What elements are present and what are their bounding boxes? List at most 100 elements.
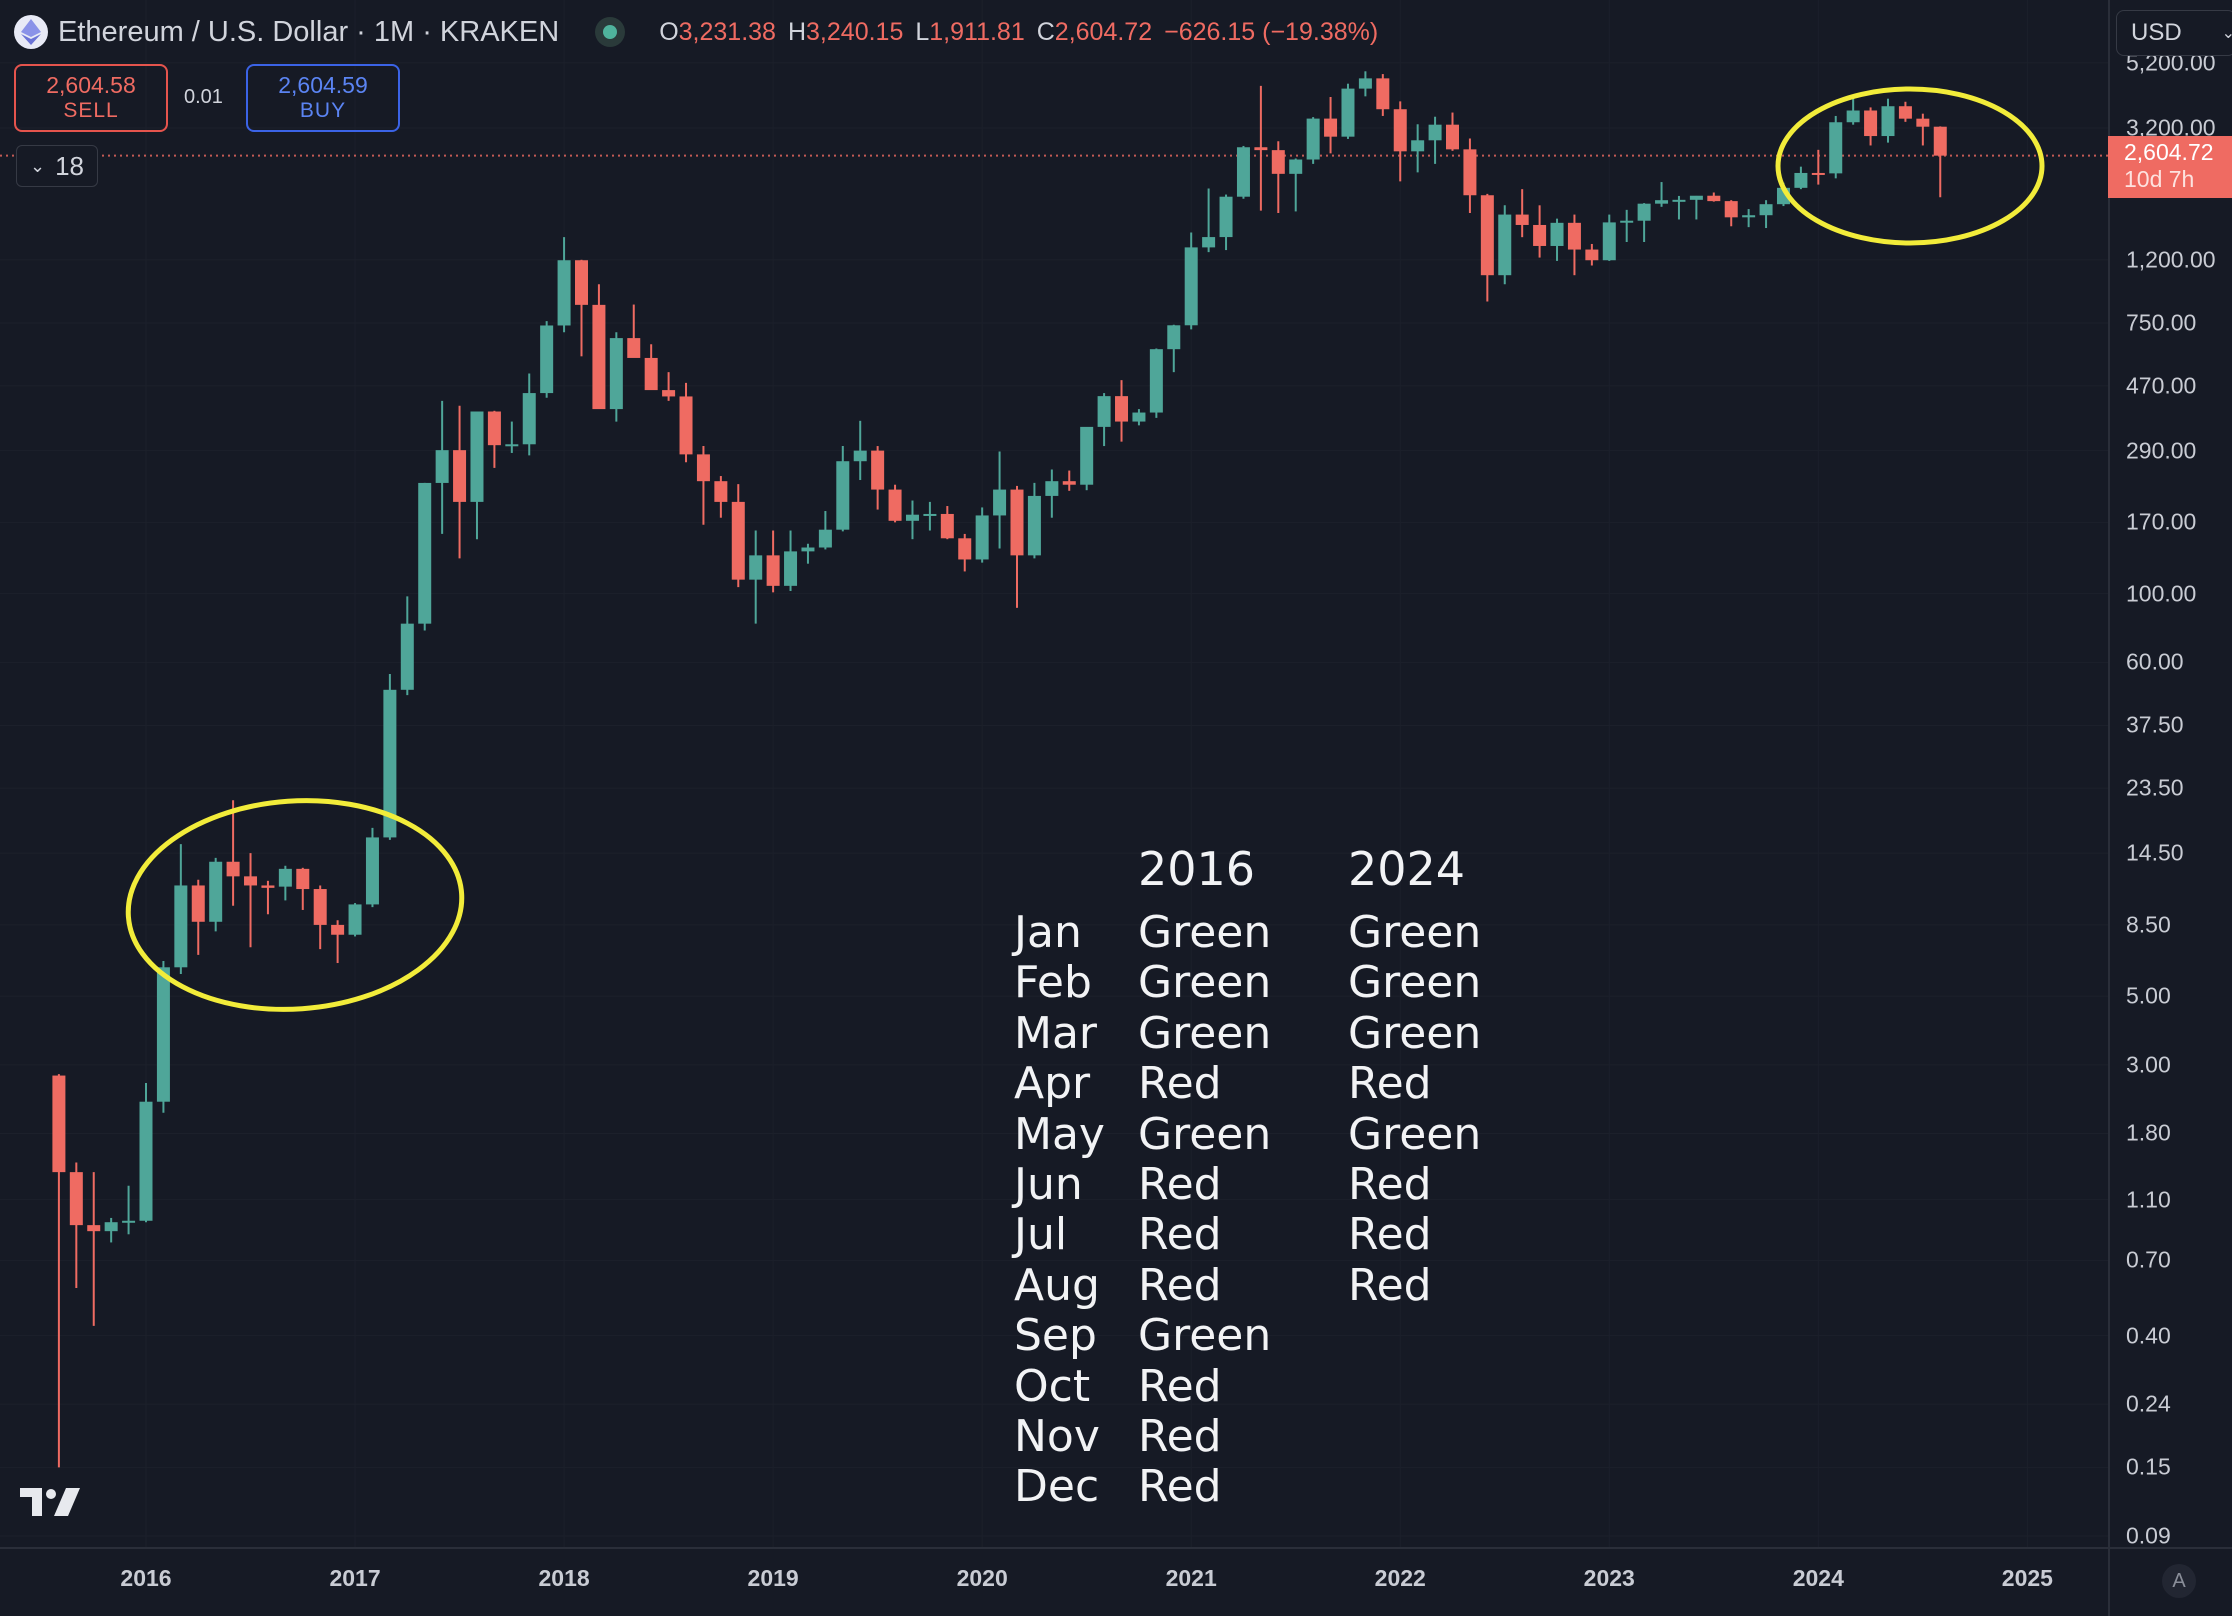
candle-body — [1149, 349, 1163, 413]
candle-body — [1010, 489, 1024, 556]
candle-body — [365, 837, 379, 905]
candle-body — [1167, 325, 1181, 350]
spread-value: 0.01 — [184, 86, 223, 108]
candle-body — [714, 481, 728, 502]
time-tick-label: 2021 — [1165, 1565, 1217, 1591]
price-tick-label: 1.80 — [2126, 1119, 2171, 1146]
candle — [1010, 485, 1024, 608]
candle-body — [1236, 147, 1250, 197]
currency-select[interactable]: USD ⌄ — [2116, 10, 2232, 56]
candle-body — [1533, 224, 1547, 246]
candle-body — [296, 868, 310, 890]
candle — [296, 867, 310, 910]
candle-color-cell: Green — [1348, 1108, 1482, 1160]
time-tick-label: 2018 — [538, 1565, 590, 1591]
tradingview-logo-icon[interactable] — [20, 1486, 82, 1518]
price-tick-label: 750.00 — [2126, 309, 2197, 336]
currency-label: USD — [2131, 19, 2182, 46]
candle-color-cell: Red — [1348, 1058, 1432, 1110]
candle-body — [174, 885, 188, 968]
candle — [958, 533, 972, 572]
candle-color-cell: Red — [1348, 1159, 1432, 1210]
candle-body — [1933, 126, 1947, 156]
candle-body — [1184, 247, 1198, 326]
price-tick-label: 0.40 — [2126, 1322, 2171, 1349]
candle-body — [1881, 106, 1895, 137]
sell-price: 2,604.58 — [46, 72, 136, 98]
candle — [905, 500, 919, 540]
high-label: H — [787, 17, 807, 46]
candle-body — [104, 1222, 118, 1232]
candle-body — [1097, 396, 1111, 427]
candle — [1097, 393, 1111, 447]
candle — [1655, 182, 1669, 207]
price-tick-label: 470.00 — [2126, 372, 2197, 399]
time-axis[interactable]: 2016 2017 2018 2019 2020 2021 2022 2023 2024 2025 — [0, 1547, 2108, 1616]
candle-color-cell: Red — [1348, 1209, 1432, 1261]
candle — [1550, 218, 1564, 261]
month-label: Dec — [1014, 1461, 1100, 1513]
candle-body — [487, 411, 501, 446]
market-status-icon[interactable] — [595, 17, 626, 47]
candle-body — [609, 338, 623, 410]
month-label: Oct — [1014, 1360, 1091, 1412]
candle — [888, 484, 902, 523]
candle — [627, 304, 641, 358]
candle — [1933, 126, 1947, 198]
candle-body — [1324, 118, 1338, 137]
candle — [87, 1172, 101, 1326]
candle-body — [1585, 249, 1599, 261]
price-tick-label: 0.09 — [2126, 1522, 2171, 1549]
candle — [1306, 117, 1320, 164]
candle-body — [435, 450, 449, 483]
buy-label: BUY — [299, 99, 347, 122]
candle-body — [766, 555, 780, 586]
candle — [1446, 112, 1459, 151]
candle-body — [1045, 481, 1059, 496]
indicators-toggle-button[interactable]: ⌄ 18 — [16, 145, 98, 187]
candle-body — [1602, 222, 1616, 261]
time-tick-label: 2017 — [329, 1565, 381, 1591]
candle-body — [209, 861, 223, 922]
time-tick-label: 2019 — [747, 1565, 799, 1591]
candle-body — [418, 482, 432, 624]
candle-color-cell: Green — [1138, 907, 1272, 958]
candle-body — [749, 555, 763, 580]
candle — [975, 507, 989, 563]
sell-button[interactable]: 2,604.58 SELL — [14, 64, 168, 132]
candle — [139, 1083, 153, 1223]
candle-body — [940, 513, 954, 539]
candle — [871, 446, 885, 510]
candle — [1620, 209, 1634, 242]
time-tick-label: 2020 — [956, 1565, 1008, 1591]
candle-countdown: 10d 7h — [2124, 165, 2195, 192]
candle — [557, 237, 571, 333]
price-tick-label: 170.00 — [2126, 508, 2197, 535]
auto-scale-button[interactable]: A — [2162, 1564, 2196, 1598]
candle — [1881, 98, 1895, 143]
candle — [1829, 115, 1843, 179]
annotation-circle-2016 — [125, 798, 465, 1012]
candle — [470, 411, 484, 540]
candle — [1916, 113, 1930, 146]
candle — [1271, 141, 1285, 213]
table-header-2016: 2016 — [1138, 842, 1256, 896]
indicator-count: 18 — [55, 150, 84, 181]
candle — [592, 284, 606, 410]
close-value: 2,604.72 — [1054, 17, 1153, 46]
candle-body — [1794, 172, 1808, 188]
chevron-down-icon: ⌄ — [2221, 25, 2232, 42]
price-axis[interactable]: 5,200.00 3,200.00 1,200.00 750.00 470.00 290.… — [2108, 0, 2232, 1549]
buy-button[interactable]: 2,604.59 BUY — [246, 64, 400, 132]
time-tick-label: 2025 — [2001, 1565, 2053, 1591]
candle — [1080, 426, 1094, 491]
candle-body — [1341, 88, 1355, 137]
symbol-title[interactable]: Ethereum / U.S. Dollar · 1M · KRAKEN — [58, 16, 559, 49]
candle — [609, 332, 623, 422]
buy-price: 2,604.59 — [278, 72, 368, 98]
candle-body — [139, 1101, 153, 1221]
candle — [331, 920, 345, 964]
candle-body — [1376, 78, 1390, 110]
month-label: Jan — [1014, 907, 1082, 958]
candle — [278, 865, 292, 901]
